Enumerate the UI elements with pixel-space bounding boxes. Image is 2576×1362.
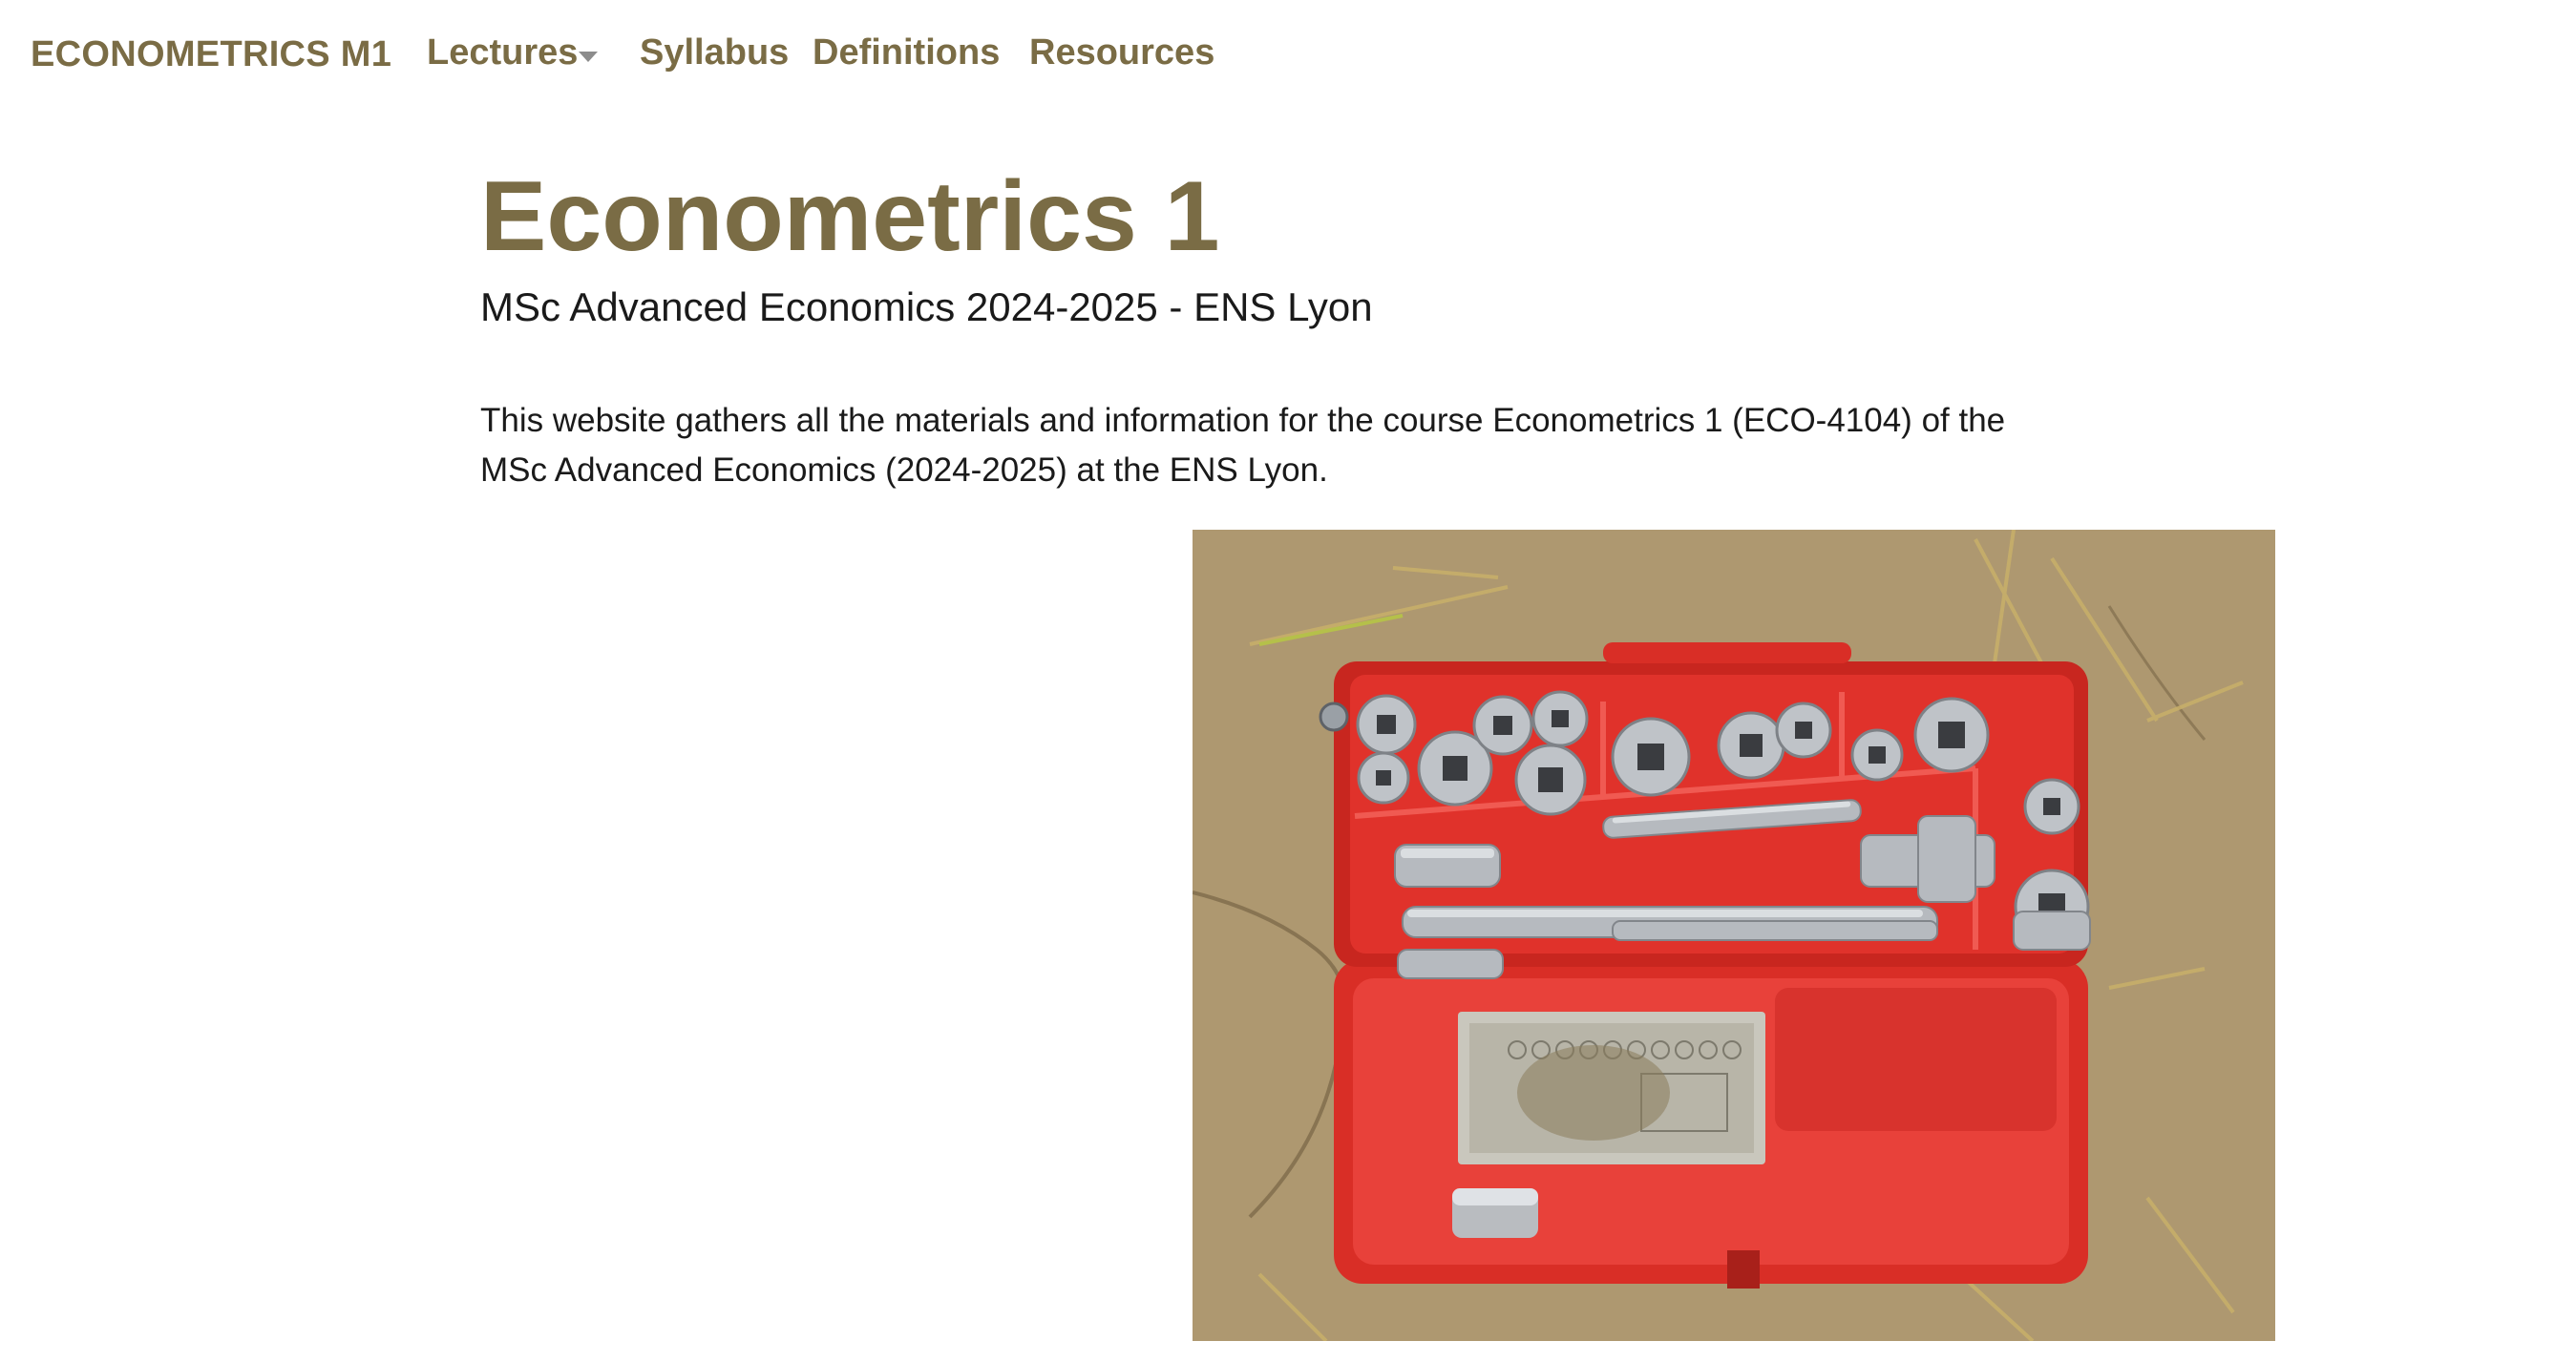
page-title: Econometrics 1	[480, 161, 1220, 272]
brand-link[interactable]: ECONOMETRICS M1	[31, 34, 391, 75]
intro-paragraph: This website gathers all the materials a…	[480, 402, 2006, 489]
nav-item-syllabus[interactable]: Syllabus	[640, 32, 789, 73]
nav-item-definitions[interactable]: Definitions	[813, 32, 1000, 73]
top-navbar: ECONOMETRICS M1 Lectures Syllabus Defini…	[0, 0, 2576, 113]
nav-item-resources[interactable]: Resources	[1029, 32, 1214, 73]
nav-item-lectures[interactable]: Lectures	[427, 32, 578, 73]
hero-image-toolbox	[1193, 530, 2275, 1341]
chevron-down-icon[interactable]	[579, 52, 598, 62]
page-subtitle: MSc Advanced Economics 2024-2025 - ENS L…	[480, 284, 1373, 329]
